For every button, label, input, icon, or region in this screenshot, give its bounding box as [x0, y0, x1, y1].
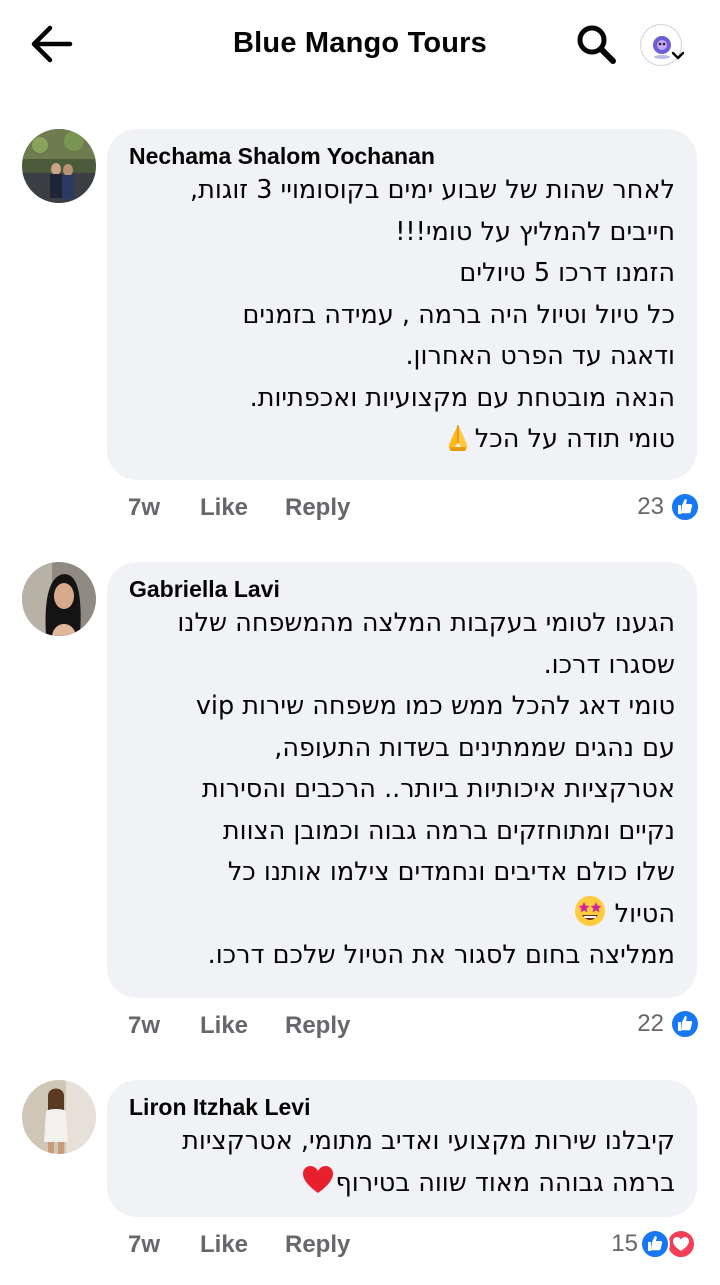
- comment-bubble: Liron Itzhak Levi קיבלנו שירות מקצועי וא…: [107, 1080, 697, 1217]
- like-reaction-icon: [670, 492, 700, 522]
- love-reaction-icon: [666, 1229, 696, 1259]
- like-button[interactable]: Like: [200, 1231, 248, 1259]
- comment-line: ממליצה בחום לסגור את הטיול שלכם דרכו.: [207, 940, 675, 970]
- folded-hands-emoji: [448, 425, 468, 451]
- like-button[interactable]: Like: [200, 1012, 248, 1040]
- user-photo-icon: [22, 129, 96, 203]
- comment-line: לאחר שהות של שבוע ימים בקוסומויי 3 זוגות…: [190, 175, 675, 205]
- comment-line: ברמה גבוהה מאוד שווה בטירוף: [129, 1163, 675, 1205]
- comment-bubble: Gabriella Lavi הגענו לטומי בעקבות המלצה …: [107, 562, 697, 998]
- comment-line: הגענו לטומי בעקבות המלצה מהמשפחה שלנו: [177, 608, 675, 638]
- comment-bubble: Nechama Shalom Yochanan לאחר שהות של שבו…: [107, 129, 697, 480]
- reaction-count: 23: [637, 493, 664, 520]
- reaction-summary[interactable]: 23: [620, 492, 700, 524]
- user-photo-icon: [22, 562, 96, 636]
- reaction-count: 15: [611, 1230, 638, 1257]
- comment-line: ודאגה עד הפרט האחרון.: [405, 341, 675, 371]
- reaction-summary[interactable]: 15: [596, 1229, 700, 1261]
- chevron-down-icon: [671, 51, 685, 60]
- comment-timestamp[interactable]: 7w: [128, 494, 160, 522]
- user-photo-icon: [22, 1080, 96, 1154]
- reaction-summary[interactable]: 22: [620, 1009, 700, 1041]
- reaction-count: 22: [637, 1010, 664, 1037]
- like-button[interactable]: Like: [200, 494, 248, 522]
- comment-author[interactable]: Nechama Shalom Yochanan: [129, 143, 675, 170]
- avatar[interactable]: [22, 562, 96, 636]
- reply-button[interactable]: Reply: [285, 1231, 350, 1259]
- like-reaction-icon: [640, 1229, 670, 1259]
- comment-text: לאחר שהות של שבוע ימים בקוסומויי 3 זוגות…: [129, 170, 675, 461]
- top-bar: Blue Mango Tours: [0, 0, 720, 88]
- comment-line: שסגרו דרכו.: [543, 649, 675, 680]
- comment-line: הזמנו דרכו 5 טיולים: [459, 258, 675, 288]
- reply-button[interactable]: Reply: [285, 1012, 350, 1040]
- profile-menu-button[interactable]: [638, 22, 688, 68]
- comment-line: כל טיול וטיול היה ברמה , עמידה בזמנים: [242, 299, 675, 330]
- star-struck-emoji: [574, 895, 605, 926]
- comment-line-text: הטיול: [614, 898, 675, 929]
- comment-line-text: טומי תודה על הכל: [474, 424, 675, 454]
- comment-line: נקיים ומתוחזקים ברמה גבוה וכמובן הצוות: [222, 815, 675, 846]
- comment-line: טומי דאג להכל ממש כמו משפחה שירות vip: [195, 691, 675, 721]
- reply-button[interactable]: Reply: [285, 494, 350, 522]
- comment-text: קיבלנו שירות מקצועי ואדיב מתומי, אטרקציו…: [129, 1121, 675, 1204]
- comment-line: הנאה מובטחת עם מקצועיות ואכפתיות.: [249, 382, 675, 413]
- comment-line-text: ברמה גבוהה מאוד שווה בטירוף: [335, 1167, 675, 1198]
- avatar[interactable]: [22, 1080, 96, 1154]
- like-reaction-icon: [670, 1009, 700, 1039]
- comment-line: חייבים להמליץ על טומי!!!: [395, 216, 675, 247]
- search-icon: [577, 25, 616, 64]
- comment-line: אטרקציות איכותיות ביותר.. הרכבים והסירות: [202, 774, 675, 804]
- red-heart-emoji: [303, 1165, 334, 1193]
- comment-text: הגענו לטומי בעקבות המלצה מהמשפחה שלנו שס…: [129, 603, 675, 977]
- comment-timestamp[interactable]: 7w: [128, 1231, 160, 1259]
- comment-line: קיבלנו שירות מקצועי ואדיב מתומי, אטרקציו…: [182, 1126, 675, 1156]
- comment-line: שלו כולם אדיבים ונחמדים צילמו אותנו כל: [227, 857, 675, 887]
- comment-line: טומי תודה על הכל: [129, 419, 675, 461]
- comment-line: הטיול: [129, 894, 675, 936]
- comment-line: עם נהגים שממתינים בשדות התעופה,: [274, 732, 675, 763]
- comment-author[interactable]: Liron Itzhak Levi: [129, 1094, 675, 1121]
- avatar[interactable]: [22, 129, 96, 203]
- comment-author[interactable]: Gabriella Lavi: [129, 576, 675, 603]
- comment-timestamp[interactable]: 7w: [128, 1012, 160, 1040]
- search-button[interactable]: [574, 22, 618, 66]
